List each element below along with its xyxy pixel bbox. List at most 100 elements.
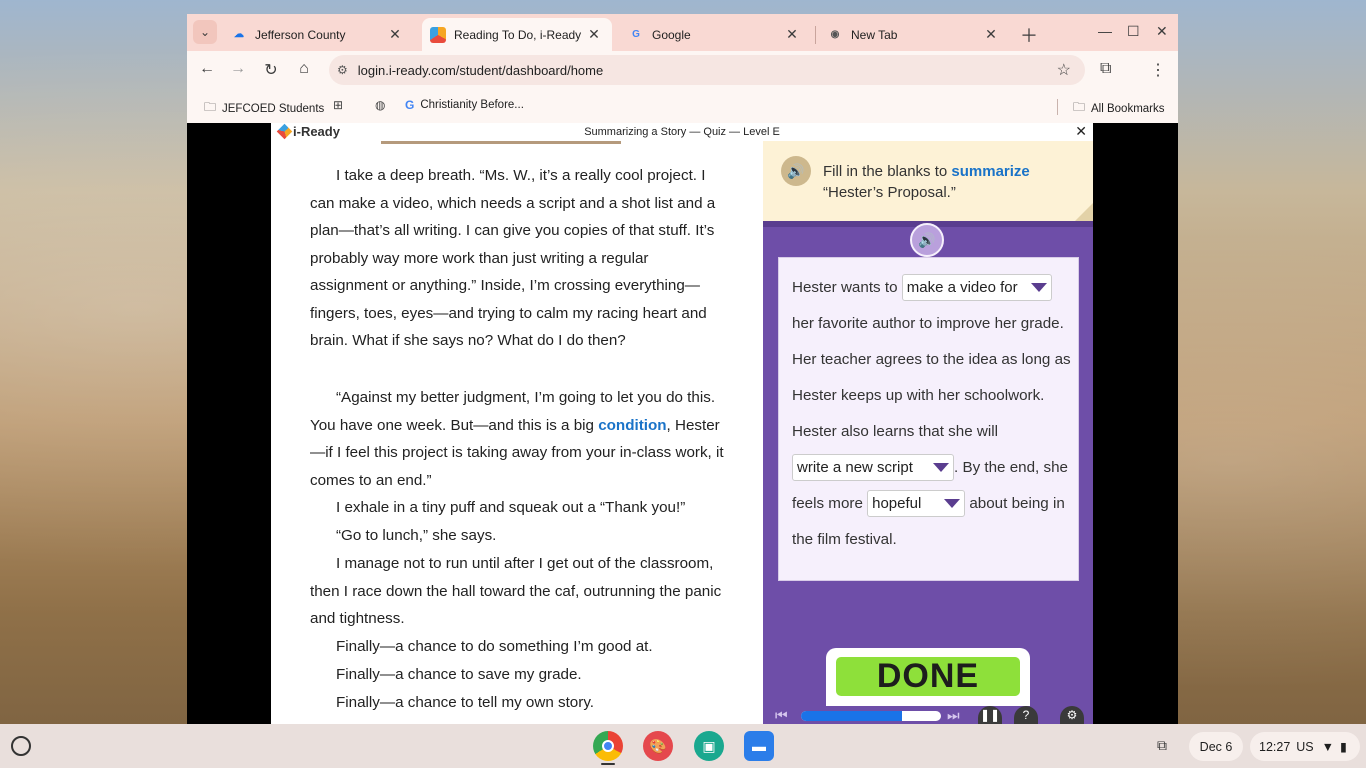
browser-toolbar: ← → ↻ ⌂ ⚙ login.i-ready.com/student/dash… — [187, 51, 1178, 89]
tab-jefferson-county[interactable]: ☁ Jefferson County ✕ — [223, 18, 413, 51]
clipboard-holding-icon[interactable]: ⧉ — [1157, 737, 1167, 754]
vocab-word-condition[interactable]: condition — [598, 417, 666, 434]
close-icon[interactable]: ✕ — [387, 26, 403, 43]
url-text: login.i-ready.com/student/dashboard/home — [357, 62, 604, 78]
classroom-app-icon[interactable]: ▣ — [694, 731, 724, 761]
cloud-icon: ☁ — [234, 29, 244, 40]
tab-title: Google — [652, 27, 691, 42]
reload-icon[interactable]: ↻ — [261, 60, 281, 80]
apps-grid-icon: ⊞ — [333, 98, 344, 112]
bookmark-apps[interactable]: ⊞ — [333, 98, 349, 112]
minimize-icon[interactable]: — — [1098, 23, 1112, 39]
bookmark-separator — [1057, 99, 1058, 115]
bookmark-globe[interactable]: ◍ — [375, 98, 391, 112]
keyword-summarize: summarize — [951, 163, 1030, 180]
battery-icon: ▮ — [1340, 740, 1347, 754]
passage-paragraph-5: I manage not to run until after I get ou… — [310, 555, 722, 627]
bookmark-christianity[interactable]: G Christianity Before... — [405, 98, 524, 112]
done-button[interactable]: DONE — [836, 657, 1020, 696]
bookmarks-bar: 🗀 JEFCOED Students ⊞ ◍ G Christianity Be… — [187, 89, 1178, 123]
skip-back-icon[interactable]: ⏮ — [775, 707, 788, 724]
tab-new-tab[interactable]: ◉ New Tab ✕ — [819, 18, 1009, 51]
quiz-controls: ⏮ ⏭ ❚❚ ? ⚙ — [763, 706, 1093, 724]
close-icon[interactable]: ✕ — [784, 26, 800, 43]
bookmark-label: Christianity Before... — [420, 99, 524, 111]
google-icon: G — [632, 29, 640, 40]
prompt-text: Fill in the blanks to summarize “Hester’s… — [823, 163, 1030, 201]
passage-paragraph-2: “Against my better judgment, I’m going t… — [310, 389, 724, 489]
tab-reading-iready[interactable]: Reading To Do, i-Ready ✕ — [422, 18, 612, 51]
tab-google[interactable]: G Google ✕ — [620, 18, 810, 51]
date-text: Dec 6 — [1199, 739, 1233, 754]
extensions-icon[interactable]: ⧉ — [1100, 60, 1111, 78]
skip-forward-icon[interactable]: ⏭ — [947, 707, 960, 724]
summary-text: Hester wants to make a video for her fav… — [792, 270, 1072, 558]
caret-down-icon — [933, 463, 949, 473]
running-indicator — [601, 763, 615, 765]
blank-dropdown-2[interactable]: write a new script — [792, 454, 954, 482]
close-icon[interactable]: ✕ — [586, 26, 602, 43]
passage-paragraph-4: “Go to lunch,” she says. — [336, 527, 497, 544]
blank-dropdown-3[interactable]: hopeful — [867, 490, 966, 518]
dropdown-value: hopeful — [872, 494, 922, 512]
progress-fill — [801, 711, 902, 721]
launcher-button[interactable] — [11, 736, 31, 756]
close-quiz-button[interactable]: ✕ — [1075, 123, 1087, 140]
caret-down-icon — [944, 499, 961, 509]
close-icon[interactable]: ✕ — [983, 26, 999, 43]
wifi-icon: ▼ — [1321, 739, 1335, 754]
quiz-header: i-Ready Summarizing a Story — Quiz — Lev… — [271, 123, 1093, 141]
blank-dropdown-1[interactable]: make a video for — [901, 274, 1052, 302]
folder-icon: 🗀 — [1073, 100, 1086, 114]
all-bookmarks[interactable]: 🗀 All Bookmarks — [1073, 98, 1165, 119]
chrome-app-icon[interactable] — [593, 731, 623, 761]
chromeos-shelf: 🎨 ▣ ▬ ⧉ Dec 6 12:27 US ▼ ▮ — [0, 724, 1366, 768]
pause-button[interactable]: ❚❚ — [978, 706, 1002, 724]
address-bar[interactable]: ⚙ login.i-ready.com/student/dashboard/ho… — [329, 55, 1085, 85]
back-icon[interactable]: ← — [197, 60, 217, 78]
done-area: DONE — [826, 648, 1030, 708]
settings-gear-icon[interactable]: ⚙ — [1060, 706, 1084, 724]
passage-paragraph-6: Finally—a chance to do something I’m goo… — [336, 638, 653, 655]
dropdown-value: make a video for — [906, 278, 1018, 296]
new-tab-button[interactable]: ＋ — [1020, 22, 1038, 48]
quiz-title: Summarizing a Story — Quiz — Level E — [584, 126, 780, 138]
speaker-icon[interactable]: 🔊 — [910, 223, 944, 257]
bookmark-label: All Bookmarks — [1091, 102, 1165, 115]
question-prompt: 🔊 Fill in the blanks to summarize “Hester… — [763, 141, 1093, 227]
locale-text: US — [1296, 739, 1314, 754]
reading-passage: I take a deep breath. “Ms. W., it’s a re… — [271, 141, 763, 724]
browser-window: ⌄ ☁ Jefferson County ✕ Reading To Do, i-… — [187, 14, 1178, 724]
status-tray[interactable]: 12:27 US ▼ ▮ — [1250, 732, 1360, 761]
chrome-icon: ◉ — [830, 29, 840, 40]
image-edge — [381, 141, 621, 144]
caret-down-icon — [1030, 283, 1047, 293]
tab-title: Jefferson County — [255, 27, 346, 42]
tab-title: Reading To Do, i-Ready — [454, 27, 582, 42]
iready-icon — [430, 26, 446, 43]
quiz-progress-bar — [801, 711, 941, 721]
date-tray[interactable]: Dec 6 — [1189, 732, 1243, 761]
folder-icon: 🗀 — [204, 100, 217, 114]
menu-kebab-icon[interactable]: ⋮ — [1150, 60, 1166, 80]
files-app-icon[interactable]: ▬ — [744, 731, 774, 761]
dropdown-value: write a new script — [797, 458, 913, 476]
question-panel: 🔊 Fill in the blanks to summarize “Hester… — [763, 141, 1093, 724]
canvas-app-icon[interactable]: 🎨 — [643, 731, 673, 761]
google-icon: G — [405, 98, 415, 112]
chevron-down-icon: ⌄ — [199, 25, 211, 39]
bookmark-star-icon[interactable]: ☆ — [1057, 60, 1071, 80]
maximize-icon[interactable]: ☐ — [1127, 23, 1140, 40]
tab-title: New Tab — [851, 27, 898, 42]
tab-search-button[interactable]: ⌄ — [193, 20, 217, 44]
passage-paragraph-3: I exhale in a tiny puff and squeak out a… — [336, 499, 686, 516]
home-icon[interactable]: ⌂ — [294, 60, 314, 78]
page-fold — [1075, 203, 1093, 221]
close-window-icon[interactable]: ✕ — [1156, 23, 1168, 40]
site-info-icon[interactable]: ⚙ — [337, 63, 348, 77]
forward-icon[interactable]: → — [228, 60, 248, 78]
speaker-icon[interactable]: 🔊 — [781, 156, 811, 186]
passage-paragraph-7: Finally—a chance to save my grade. — [336, 666, 582, 683]
bookmark-jefcoed[interactable]: 🗀 JEFCOED Students — [204, 98, 324, 119]
help-button[interactable]: ? — [1014, 706, 1038, 724]
